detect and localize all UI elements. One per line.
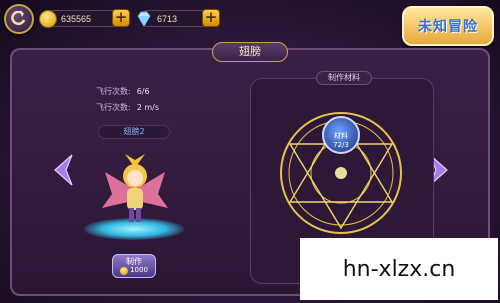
chevron-left-icon[interactable] xyxy=(52,153,74,187)
item-name: 翅膀2 xyxy=(98,125,170,139)
stat-flight-speed: 飞行次数: 2 m/s xyxy=(96,102,159,113)
material-slot[interactable]: 材料 72/3 xyxy=(322,116,360,154)
page-title: 翅膀 xyxy=(212,42,288,62)
gold-amount: 635565 xyxy=(61,13,92,24)
add-diamond-button[interactable]: + xyxy=(202,9,220,27)
logo-text: 未知冒险 xyxy=(418,19,478,35)
stat-value: 2 m/s xyxy=(136,103,159,112)
craft-cost: 1000 xyxy=(120,266,148,275)
diamond-amount: 6713 xyxy=(157,13,178,24)
game-screen: 635565 + 6713 + 未知冒险 翅膀 飞行次数: 6/6 飞行次数: 2 … xyxy=(0,0,500,303)
materials-title: 制作材料 xyxy=(316,71,372,85)
coin-icon xyxy=(120,266,129,275)
material-name: 材料 xyxy=(334,132,348,140)
character-with-wings xyxy=(102,154,168,222)
diamond-icon xyxy=(135,10,153,28)
stat-label: 飞行次数: xyxy=(96,87,131,96)
gold-counter: 635565 xyxy=(39,9,122,28)
material-count: 72/3 xyxy=(333,141,349,149)
add-gold-button[interactable]: + xyxy=(112,9,130,27)
craft-cost-value: 1000 xyxy=(130,266,148,274)
game-logo: 未知冒险 xyxy=(402,6,494,46)
back-button[interactable] xyxy=(4,4,34,34)
watermark: hn-xlzx.cn xyxy=(300,238,498,300)
back-arrow-icon xyxy=(11,11,26,26)
coin-icon xyxy=(39,9,57,28)
stat-label: 飞行次数: xyxy=(96,103,131,112)
craft-label: 制作 xyxy=(126,257,142,266)
craft-button[interactable]: 制作 1000 xyxy=(112,254,156,278)
stat-value: 6/6 xyxy=(136,87,150,96)
stat-flight-count: 飞行次数: 6/6 xyxy=(96,86,150,97)
